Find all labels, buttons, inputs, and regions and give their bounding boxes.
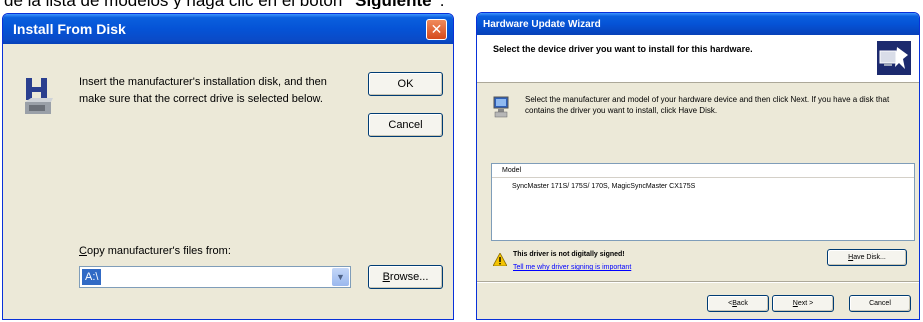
back-button[interactable]: < Back: [707, 295, 769, 312]
chevron-down-icon[interactable]: ▼: [332, 268, 349, 286]
hardware-update-wizard-dialog: Hardware Update Wizard Select the device…: [476, 12, 920, 320]
ok-button[interactable]: OK: [368, 72, 443, 96]
wizard-header: Select the device driver you want to ins…: [477, 35, 919, 83]
browse-button[interactable]: Browse...: [368, 265, 443, 289]
wizard-separator: [477, 281, 919, 283]
have-disk-rest: ave Disk...: [853, 254, 886, 261]
wizard-cancel-button[interactable]: Cancel: [849, 295, 911, 312]
cancel-button[interactable]: Cancel: [368, 113, 443, 137]
model-list-header[interactable]: Model: [492, 164, 914, 178]
wizard-titlebar[interactable]: Hardware Update Wizard: [477, 13, 919, 35]
hardware-wizard-icon: [877, 41, 911, 75]
next-rest: ext >: [797, 300, 814, 307]
list-item[interactable]: SyncMaster 171S/ 175S/ 170S, MagicSyncMa…: [492, 181, 914, 193]
close-icon: ✕: [430, 21, 443, 37]
copy-label-rest: opy manufacturer's files from:: [86, 245, 231, 257]
install-from-disk-dialog: Install From Disk ✕ Insert the manufactu…: [2, 13, 454, 320]
model-list[interactable]: Model SyncMaster 171S/ 175S/ 170S, Magic…: [491, 163, 915, 241]
unsigned-driver-warning: This driver is not digitally signed!: [513, 251, 625, 258]
browse-rest: rowse...: [389, 271, 429, 283]
floppy-disk-icon: [25, 78, 53, 114]
install-from-disk-titlebar[interactable]: Install From Disk ✕: [3, 14, 453, 44]
wizard-instruction: Select the manufacturer and model of you…: [525, 95, 890, 115]
copy-source-value: A:\: [82, 269, 102, 285]
have-disk-button[interactable]: Have Disk...: [827, 249, 907, 266]
warning-icon: [493, 253, 507, 266]
caption-end: .: [440, 0, 445, 9]
next-button[interactable]: Next >: [772, 295, 834, 312]
browse-accel: B: [382, 271, 390, 283]
back-rest: ack: [736, 300, 748, 307]
dialog-title: Install From Disk: [13, 21, 126, 37]
copy-source-combobox[interactable]: A:\ ▼: [79, 266, 351, 288]
monitor-device-icon: [493, 96, 509, 118]
caption-bold: "Siguiente": [347, 0, 440, 9]
wizard-title: Hardware Update Wizard: [483, 18, 601, 30]
copy-files-label: Copy manufacturer's files from:: [79, 245, 231, 257]
copy-label-accel: C: [79, 245, 87, 257]
close-button[interactable]: ✕: [426, 19, 447, 40]
wizard-header-title: Select the device driver you want to ins…: [493, 44, 753, 54]
install-message: Insert the manufacturer's installation d…: [79, 76, 327, 105]
driver-signing-link[interactable]: Tell me why driver signing is important: [513, 264, 631, 271]
instruction-caption: de la lista de modelos y haga clic en el…: [4, 0, 704, 9]
caption-text: de la lista de modelos y haga clic en el…: [4, 0, 347, 9]
